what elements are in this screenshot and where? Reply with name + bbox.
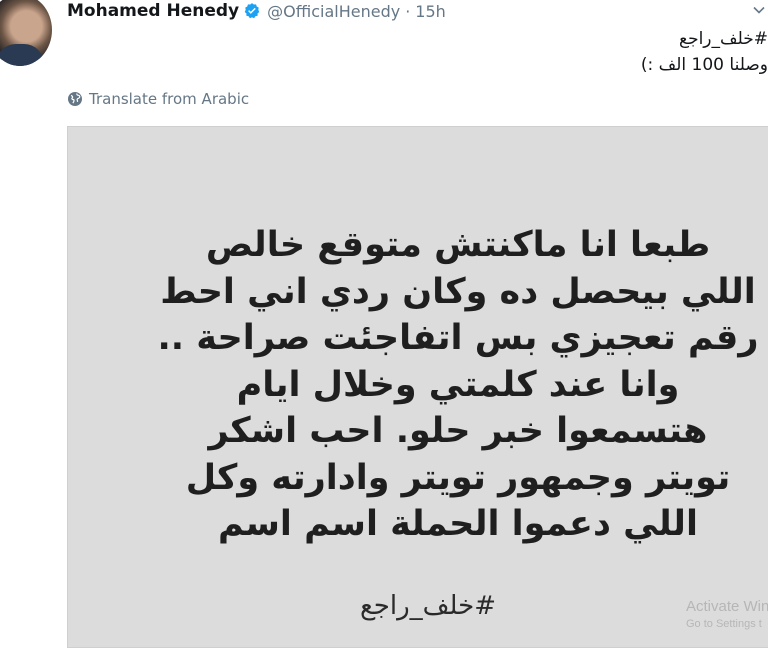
tweet-header: Mohamed Henedy @OfficialHenedy · 15h	[67, 0, 446, 22]
watermark-line: Go to Settings t	[686, 618, 762, 630]
verified-badge-icon	[243, 2, 261, 20]
image-text-line: هتسمعوا خبر حلو. احب اشكر	[208, 411, 708, 451]
avatar[interactable]	[0, 0, 52, 66]
tweet-image[interactable]: طبعا انا ماكنتش متوقع خالص اللي بيحصل ده…	[67, 126, 768, 648]
tweet-time[interactable]: 15h	[415, 2, 446, 21]
translate-label: Translate from Arabic	[89, 90, 250, 108]
image-text-line: تويتر وجمهور تويتر وادارته وكل	[185, 457, 731, 498]
tweet-hashtag[interactable]: #خلف_راجع	[508, 26, 768, 52]
separator-dot: ·	[405, 1, 411, 21]
image-text-line: رقم تعجيزي بس اتفاجئت صراحة ..	[157, 318, 759, 358]
image-hashtag: #خلف_راجع	[359, 591, 497, 621]
tweet-text: #خلف_راجع وصلنا 100 الف :)	[508, 26, 768, 78]
watermark-line: Activate Win	[686, 598, 768, 615]
avatar-shirt	[0, 44, 44, 66]
image-text-line: اللي دعموا الحملة اسم اسم	[218, 504, 698, 544]
globe-icon	[67, 91, 83, 107]
tweet-text-line: وصلنا 100 الف :)	[640, 55, 768, 75]
translate-link[interactable]: Translate from Arabic	[67, 90, 249, 108]
author-handle[interactable]: @OfficialHenedy	[267, 2, 400, 21]
chevron-down-icon[interactable]	[752, 2, 766, 16]
image-text-line: اللي بيحصل ده وكان ردي اني احط	[160, 271, 756, 312]
activation-watermark: Activate Win Go to Settings t	[686, 597, 768, 631]
author-name[interactable]: Mohamed Henedy	[67, 1, 239, 21]
image-text-line: وانا عند كلمتي وخلال ايام	[236, 364, 680, 405]
image-text-line: طبعا انا ماكنتش متوقع خالص	[205, 225, 711, 265]
image-text: طبعا انا ماكنتش متوقع خالص اللي بيحصل ده…	[148, 222, 768, 548]
